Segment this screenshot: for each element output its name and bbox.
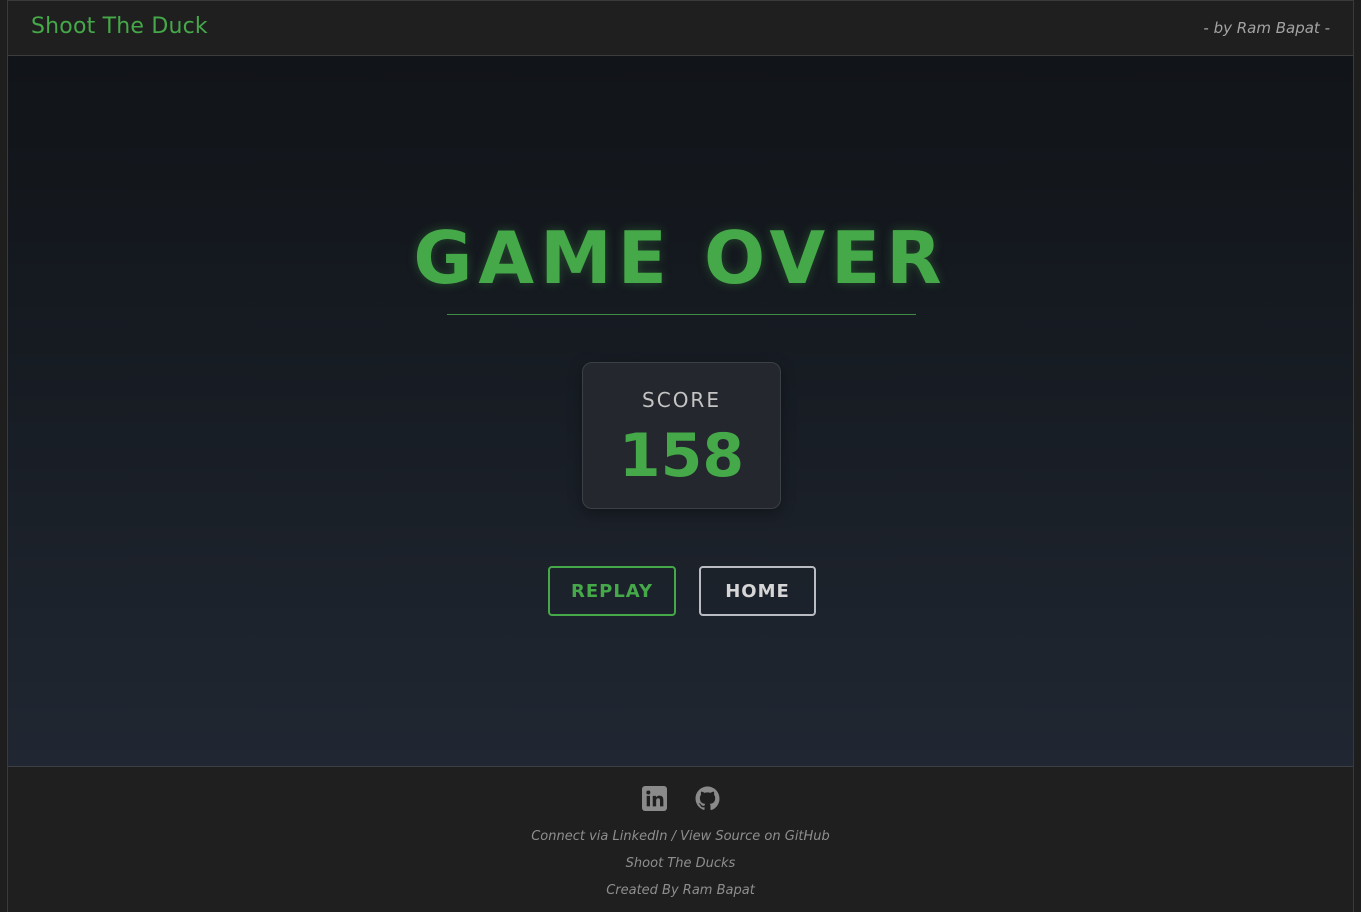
github-icon[interactable] xyxy=(695,786,720,811)
footer-app-name: Shoot The Ducks xyxy=(625,856,736,871)
home-button[interactable]: HOME xyxy=(699,566,816,616)
connect-text: Connect via LinkedIn / View Source on Gi… xyxy=(531,829,830,844)
author-byline: - by Ram Bapat - xyxy=(1203,19,1330,37)
score-value: 158 xyxy=(618,421,745,491)
brand-title[interactable]: Shoot The Duck xyxy=(31,14,208,39)
replay-button[interactable]: REPLAY xyxy=(548,566,676,616)
linkedin-icon[interactable] xyxy=(641,786,667,811)
title-divider xyxy=(447,314,916,315)
top-navbar: Shoot The Duck - by Ram Bapat - xyxy=(8,0,1353,56)
footer: Connect via LinkedIn / View Source on Gi… xyxy=(8,767,1353,912)
social-links xyxy=(8,786,1353,811)
game-over-title: GAME OVER xyxy=(413,216,948,300)
game-over-screen: GAME OVER SCORE 158 REPLAY HOME xyxy=(8,56,1353,767)
footer-credit: Created By Ram Bapat xyxy=(606,883,755,898)
score-label: SCORE xyxy=(642,388,721,412)
score-card: SCORE 158 xyxy=(582,362,781,509)
app-frame: Shoot The Duck - by Ram Bapat - GAME OVE… xyxy=(7,0,1354,912)
